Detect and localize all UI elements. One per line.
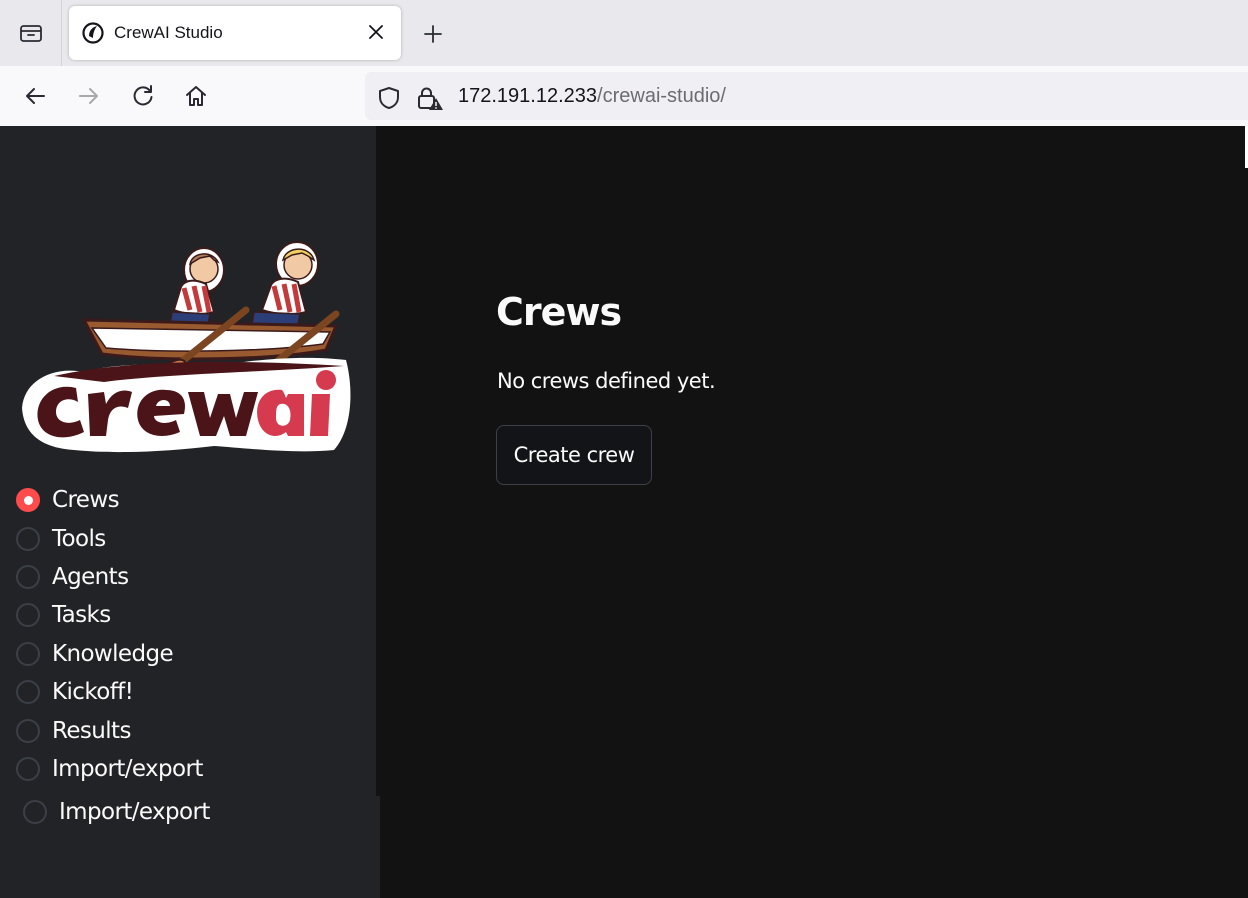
radio-selected-icon (16, 488, 40, 513)
back-button[interactable] (19, 80, 51, 112)
sidebar-item-label: Kickoff! (52, 679, 134, 706)
sidebar-item-label: Tasks (52, 602, 111, 629)
sidebar-item-label: Agents (52, 563, 129, 590)
app-container: Crews Tools Agents Tasks Knowledge Kicko… (0, 126, 1248, 898)
tab-list-icon (19, 25, 42, 42)
radio-unselected-icon (16, 680, 40, 705)
sidebar-item-label: Tools (52, 525, 106, 552)
radio-unselected-icon (16, 603, 40, 628)
sidebar-nav: Crews Tools Agents Tasks Knowledge Kicko… (16, 481, 203, 788)
back-arrow-icon (26, 88, 45, 104)
home-button[interactable] (180, 80, 212, 112)
sidebar-item-label: Results (52, 717, 131, 744)
sidebar-item-tasks[interactable]: Tasks (16, 596, 203, 634)
sidebar-item-tools[interactable]: Tools (16, 519, 203, 557)
crewai-logo (22, 241, 351, 453)
radio-unselected-icon (16, 526, 40, 551)
sidebar-item-import-export-duplicate[interactable]: Import/export (23, 796, 210, 828)
sidebar-item-label: Import/export (52, 755, 203, 782)
url-host: 172.191.12.233 (458, 85, 598, 107)
sidebar-item-crews[interactable]: Crews (16, 481, 203, 519)
radio-unselected-icon (16, 641, 40, 666)
tab-list-button[interactable] (0, 0, 62, 66)
url-text: 172.191.12.233/crewai-studio/ (458, 85, 726, 108)
rower-right (251, 241, 319, 325)
sidebar-item-results[interactable]: Results (16, 711, 203, 749)
reload-icon (133, 85, 153, 106)
sidebar-item-agents[interactable]: Agents (16, 558, 203, 596)
sidebar-notch (376, 792, 383, 796)
create-crew-button[interactable]: Create crew (496, 425, 652, 485)
url-bar[interactable]: 172.191.12.233/crewai-studio/ (365, 72, 1248, 120)
rower-left (169, 247, 225, 325)
crewai-favicon-icon (82, 22, 104, 44)
tab-close-button[interactable] (365, 21, 387, 43)
reload-button[interactable] (127, 80, 159, 112)
sidebar-item-kickoff[interactable]: Kickoff! (16, 673, 203, 711)
shield-icon (379, 87, 399, 109)
radio-unselected-icon (16, 756, 40, 781)
forward-arrow-icon (79, 88, 98, 104)
browser-tab[interactable]: CrewAI Studio (69, 6, 401, 60)
new-tab-button[interactable] (418, 19, 448, 49)
radio-unselected-icon (16, 718, 40, 743)
page-title: Crews (496, 290, 622, 334)
browser-navbar: 172.191.12.233/crewai-studio/ (0, 66, 1248, 126)
sidebar-item-label: Knowledge (52, 640, 174, 667)
sidebar-item-label: Import/export (59, 799, 210, 825)
tab-title: CrewAI Studio (114, 23, 223, 42)
sidebar-item-import-export[interactable]: Import/export (16, 750, 203, 788)
main-area (380, 126, 1248, 898)
empty-state-message: No crews defined yet. (497, 369, 716, 393)
radio-unselected-icon (16, 564, 40, 589)
sidebar-item-label: Crews (52, 487, 120, 514)
sidebar-item-knowledge[interactable]: Knowledge (16, 635, 203, 673)
browser-tabbar: CrewAI Studio (0, 0, 1248, 66)
close-icon (369, 25, 383, 39)
lock-warning-icon (418, 87, 443, 110)
plus-icon (424, 25, 442, 43)
forward-button[interactable] (73, 80, 105, 112)
radio-unselected-icon (23, 800, 47, 824)
url-path: /crewai-studio/ (597, 85, 726, 107)
home-icon (186, 86, 206, 106)
